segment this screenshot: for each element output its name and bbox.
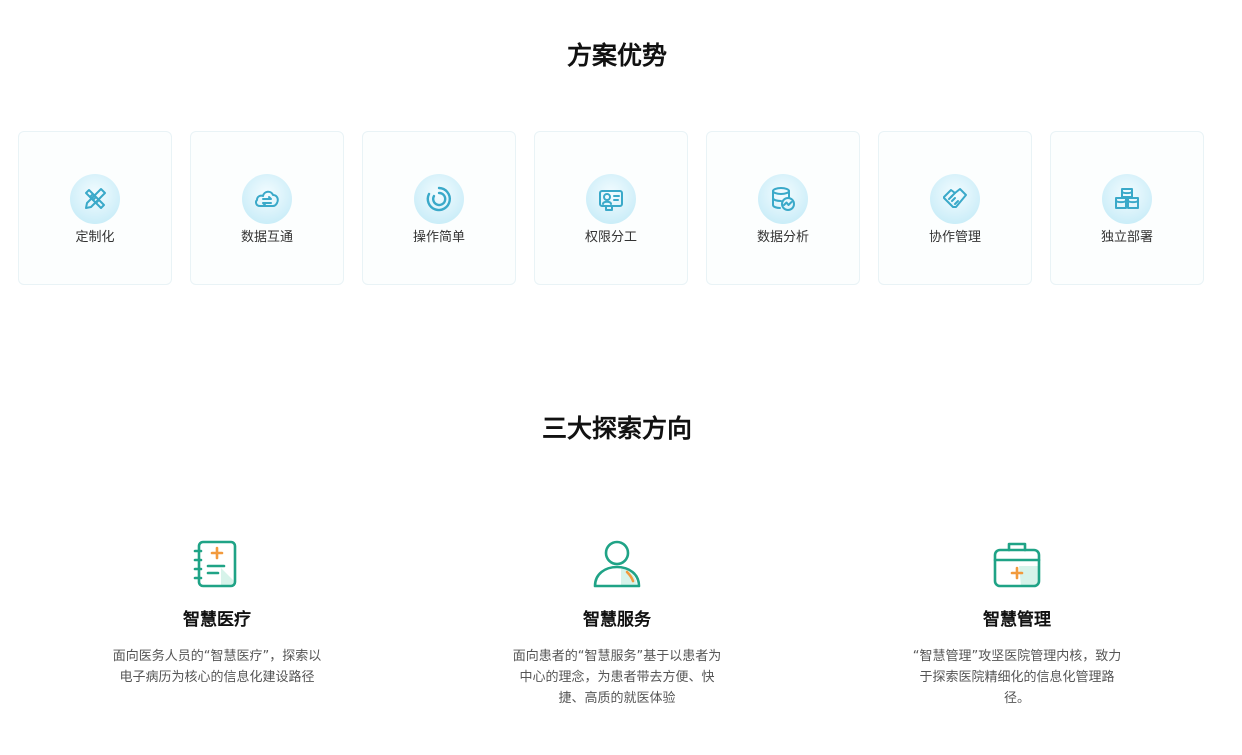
medical-kit-icon bbox=[993, 542, 1041, 588]
medical-notebook-icon bbox=[193, 540, 237, 588]
direction-title: 智慧服务 bbox=[583, 610, 651, 630]
direction-desc: 面向医务人员的“智慧医疗”，探索以电子病历为核心的信息化建设路径 bbox=[112, 649, 322, 685]
advantage-card-data-interop[interactable]: 数据互通 bbox=[190, 131, 344, 285]
direction-smart-service: 智慧服务 面向患者的“智慧服务”基于以患者为中心的理念，为患者带去方便、快捷、高… bbox=[507, 538, 727, 709]
handshake-icon bbox=[930, 174, 980, 224]
directions-list: 智慧医疗 面向医务人员的“智慧医疗”，探索以电子病历为核心的信息化建设路径 智慧… bbox=[0, 538, 1242, 748]
advantage-card-collaboration[interactable]: 协作管理 bbox=[878, 131, 1032, 285]
direction-desc: 面向患者的“智慧服务”基于以患者为中心的理念，为患者带去方便、快捷、高质的就医体… bbox=[512, 649, 722, 706]
page: 方案优势 定制化 数据互通 操作简单 权限分工 数据分析 协作管理 独立部署 三… bbox=[0, 0, 1242, 755]
advantage-card-customization[interactable]: 定制化 bbox=[18, 131, 172, 285]
advantage-label: 定制化 bbox=[75, 230, 115, 245]
advantage-label: 数据互通 bbox=[240, 230, 293, 245]
advantage-card-independent-deploy[interactable]: 独立部署 bbox=[1050, 131, 1204, 285]
id-card-icon bbox=[586, 174, 636, 224]
advantage-label: 操作简单 bbox=[412, 230, 465, 245]
direction-title: 智慧管理 bbox=[983, 610, 1051, 630]
directions-title: 三大探索方向 bbox=[541, 414, 692, 443]
patient-user-icon bbox=[593, 540, 641, 588]
advantage-label: 数据分析 bbox=[756, 230, 809, 245]
direction-smart-medical: 智慧医疗 面向医务人员的“智慧医疗”，探索以电子病历为核心的信息化建设路径 bbox=[107, 538, 327, 688]
advantage-card-data-analysis[interactable]: 数据分析 bbox=[706, 131, 860, 285]
direction-title: 智慧医疗 bbox=[183, 610, 251, 630]
spiral-icon bbox=[414, 174, 464, 224]
advantages-title: 方案优势 bbox=[566, 41, 667, 70]
advantage-label: 独立部署 bbox=[1100, 230, 1153, 245]
advantage-label: 协作管理 bbox=[928, 230, 981, 245]
advantage-card-permissions[interactable]: 权限分工 bbox=[534, 131, 688, 285]
advantage-card-simple-operation[interactable]: 操作简单 bbox=[362, 131, 516, 285]
stacked-boxes-icon bbox=[1102, 174, 1152, 224]
ruler-pencil-icon bbox=[70, 174, 120, 224]
advantage-cards: 定制化 数据互通 操作简单 权限分工 数据分析 协作管理 独立部署 bbox=[18, 131, 1204, 285]
direction-smart-management: 智慧管理 “智慧管理”攻坚医院管理内核，致力于探索医院精细化的信息化管理路径。 bbox=[907, 538, 1127, 709]
advantage-label: 权限分工 bbox=[584, 230, 637, 245]
cloud-sync-icon bbox=[242, 174, 292, 224]
direction-desc: “智慧管理”攻坚医院管理内核，致力于探索医院精细化的信息化管理路径。 bbox=[912, 649, 1122, 706]
database-chart-icon bbox=[758, 174, 808, 224]
